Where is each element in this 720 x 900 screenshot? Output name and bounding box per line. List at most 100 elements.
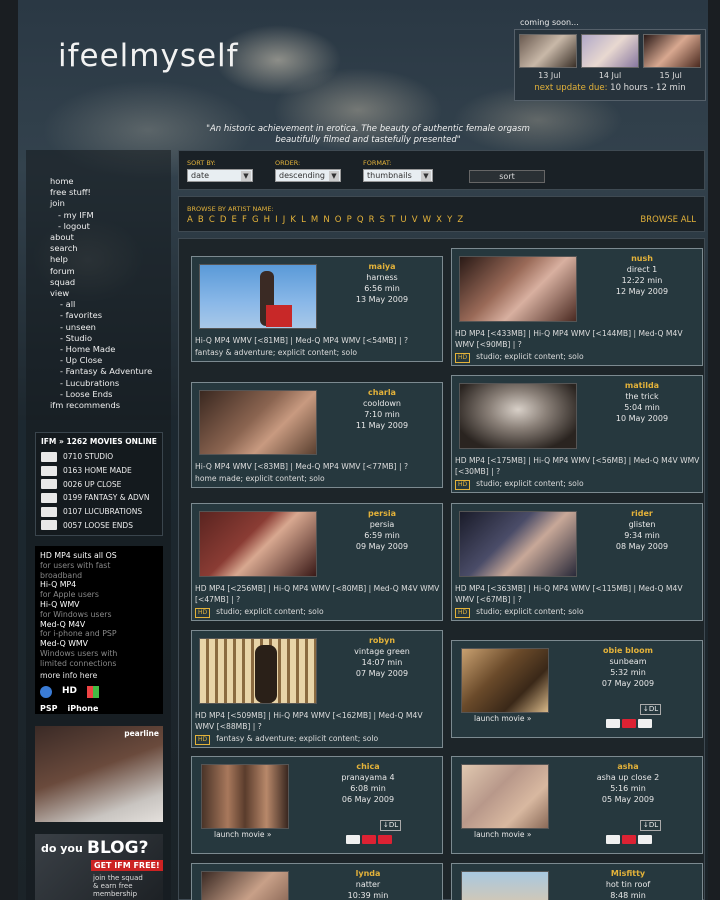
menu-search[interactable]: search bbox=[50, 243, 171, 254]
download-button[interactable]: ↓DL bbox=[380, 820, 402, 831]
ifm-row-lucubrations[interactable]: 0107 LUCUBRATIONS bbox=[36, 505, 162, 519]
movie-title: natter bbox=[355, 880, 381, 889]
ifm-row-loose-ends[interactable]: 0057 LOOSE ENDS bbox=[36, 518, 162, 532]
movie-thumbnail[interactable] bbox=[461, 871, 549, 900]
movie-date: 06 May 2009 bbox=[341, 795, 395, 804]
movie-thumbnail[interactable] bbox=[459, 511, 577, 577]
blog-promo[interactable]: do you BLOG? GET IFM FREE! join the squa… bbox=[35, 834, 163, 900]
order-select[interactable]: descending ▼ bbox=[275, 169, 341, 182]
movie-thumbnail[interactable] bbox=[199, 511, 317, 577]
menu-forum[interactable]: forum bbox=[50, 266, 171, 277]
download-button[interactable]: ↓DL bbox=[640, 820, 662, 831]
menu-view-favorites[interactable]: - favorites bbox=[50, 310, 171, 321]
menu-view-up-close[interactable]: - Up Close bbox=[50, 355, 171, 366]
menu-join[interactable]: join bbox=[50, 198, 171, 209]
artist-name[interactable]: nush bbox=[580, 254, 704, 263]
medq-wmv-title: Med-Q WMV bbox=[40, 639, 88, 649]
coming-thumb-1[interactable] bbox=[519, 34, 577, 68]
download-links[interactable]: HD MP4 [<433MB] | Hi-Q MP4 WMV [<144MB] … bbox=[455, 328, 701, 350]
launch-movie-link[interactable]: launch movie » bbox=[214, 830, 271, 839]
movie-thumbnail[interactable] bbox=[199, 264, 317, 329]
menu-view-studio[interactable]: - Studio bbox=[50, 333, 171, 344]
pearline-promo[interactable]: pearline bbox=[35, 726, 163, 822]
menu-view[interactable]: view bbox=[50, 288, 171, 299]
menu-free-stuff[interactable]: free stuff! bbox=[50, 187, 171, 198]
launch-movie-link[interactable]: launch movie » bbox=[474, 830, 531, 839]
menu-home[interactable]: home bbox=[50, 176, 171, 187]
movie-duration: 6:56 min bbox=[364, 284, 400, 293]
ifm-row-label: 0107 LUCUBRATIONS bbox=[63, 507, 143, 517]
menu-my-ifm[interactable]: - my IFM bbox=[50, 210, 171, 221]
movie-thumbnail[interactable] bbox=[199, 638, 317, 704]
filter-bar: SORT BY: date ▼ ORDER: descending ▼ FORM… bbox=[178, 150, 705, 190]
menu-squad[interactable]: squad bbox=[50, 277, 171, 288]
sort-button[interactable]: sort bbox=[469, 170, 545, 183]
launch-movie-link[interactable]: launch movie » bbox=[474, 714, 531, 723]
artist-name[interactable]: robyn bbox=[320, 636, 444, 645]
download-links[interactable]: HD MP4 [<509MB] | Hi-Q MP4 WMV [<162MB] … bbox=[195, 710, 441, 732]
artist-name[interactable]: obie bloom bbox=[552, 646, 704, 655]
menu-view-loose-ends[interactable]: - Loose Ends bbox=[50, 389, 171, 400]
medq-wmv-desc: limited connections bbox=[40, 658, 117, 668]
ifm-row-up-close[interactable]: 0026 UP CLOSE bbox=[36, 477, 162, 491]
menu-logout[interactable]: - logout bbox=[50, 221, 171, 232]
artist-name[interactable]: lynda bbox=[292, 869, 444, 878]
ifm-online-box: IFM » 1262 MOVIES ONLINE 0710 STUDIO 016… bbox=[35, 432, 163, 536]
menu-view-unseen[interactable]: - unseen bbox=[50, 322, 171, 333]
artist-name[interactable]: maiya bbox=[320, 262, 444, 271]
artist-name[interactable]: rider bbox=[580, 509, 704, 518]
download-links[interactable]: HD MP4 [<256MB] | Hi-Q MP4 WMV [<80MB] |… bbox=[195, 583, 441, 605]
ifm-row-label: 0163 HOME MADE bbox=[63, 466, 132, 476]
movie-thumbnail[interactable] bbox=[199, 390, 317, 455]
ifm-row-home-made[interactable]: 0163 HOME MADE bbox=[36, 464, 162, 478]
movie-thumbnail[interactable] bbox=[461, 648, 549, 713]
download-links[interactable]: HD MP4 [<363MB] | Hi-Q MP4 WMV [<115MB] … bbox=[455, 583, 701, 605]
movie-thumbnail[interactable] bbox=[459, 383, 577, 449]
menu-help[interactable]: help bbox=[50, 254, 171, 265]
artist-name[interactable]: persia bbox=[320, 509, 444, 518]
menu-ifm-recommends[interactable]: ifm recommends bbox=[50, 400, 171, 411]
hiq-mp4-title: Hi-Q MP4 bbox=[40, 580, 77, 590]
movie-card: launch movie » obie bloom sunbeam 5:32 m… bbox=[451, 640, 703, 738]
browse-letters[interactable]: A B C D E F G H I J K L M N O P Q R S T … bbox=[187, 215, 464, 225]
menu-view-fantasy[interactable]: - Fantasy & Adventure bbox=[50, 366, 171, 377]
ifm-row-studio[interactable]: 0710 STUDIO bbox=[36, 450, 162, 464]
eye-icon bbox=[41, 479, 57, 490]
movie-thumbnail[interactable] bbox=[459, 256, 577, 322]
download-button[interactable]: ↓DL bbox=[640, 704, 662, 715]
movie-duration: 14:07 min bbox=[361, 658, 403, 667]
sort-by-label: SORT BY: bbox=[187, 159, 216, 167]
movie-tags: fantasy & adventure; explicit content; s… bbox=[216, 734, 379, 743]
artist-name[interactable]: asha bbox=[552, 762, 704, 771]
lips-icon bbox=[622, 719, 636, 728]
sort-by-select[interactable]: date ▼ bbox=[187, 169, 253, 182]
movie-thumbnail[interactable] bbox=[201, 871, 289, 900]
ifm-row-fantasy[interactable]: 0199 FANTASY & ADVN bbox=[36, 491, 162, 505]
artist-name[interactable]: charla bbox=[320, 388, 444, 397]
artist-name[interactable]: matilda bbox=[580, 381, 704, 390]
menu-view-all[interactable]: - all bbox=[50, 299, 171, 310]
menu-about[interactable]: about bbox=[50, 232, 171, 243]
artist-name[interactable]: Misfitty bbox=[552, 869, 704, 878]
category-icons bbox=[606, 719, 652, 728]
download-links[interactable]: Hi-Q MP4 WMV [<81MB] | Med-Q MP4 WMV [<5… bbox=[195, 335, 441, 346]
movie-tags-row: HD studio; explicit content; solo bbox=[195, 607, 324, 618]
browse-all-link[interactable]: BROWSE ALL bbox=[640, 215, 696, 225]
movie-thumbnail[interactable] bbox=[201, 764, 289, 829]
site-logo[interactable]: ifeelmyself bbox=[58, 38, 239, 74]
download-links[interactable]: Hi-Q MP4 WMV [<83MB] | Med-Q MP4 WMV [<7… bbox=[195, 461, 441, 472]
more-info-link[interactable]: more info here bbox=[40, 671, 158, 681]
coming-thumb-2[interactable] bbox=[581, 34, 639, 68]
format-select[interactable]: thumbnails ▼ bbox=[363, 169, 433, 182]
menu-view-home-made[interactable]: - Home Made bbox=[50, 344, 171, 355]
ifm-row-label: 0199 FANTASY & ADVN bbox=[63, 493, 150, 503]
menu-view-lucubrations[interactable]: - Lucubrations bbox=[50, 378, 171, 389]
coming-thumb-3[interactable] bbox=[643, 34, 701, 68]
download-links[interactable]: HD MP4 [<175MB] | Hi-Q MP4 WMV [<56MB] |… bbox=[455, 455, 701, 477]
film-icon bbox=[346, 835, 360, 844]
medq-m4v-desc: for i-phone and PSP bbox=[40, 629, 117, 639]
format-value: thumbnails bbox=[367, 171, 412, 180]
movie-thumbnail[interactable] bbox=[461, 764, 549, 829]
artist-name[interactable]: chica bbox=[292, 762, 444, 771]
tagline-line-2: beautifully filmed and tastefully presen… bbox=[275, 135, 461, 145]
